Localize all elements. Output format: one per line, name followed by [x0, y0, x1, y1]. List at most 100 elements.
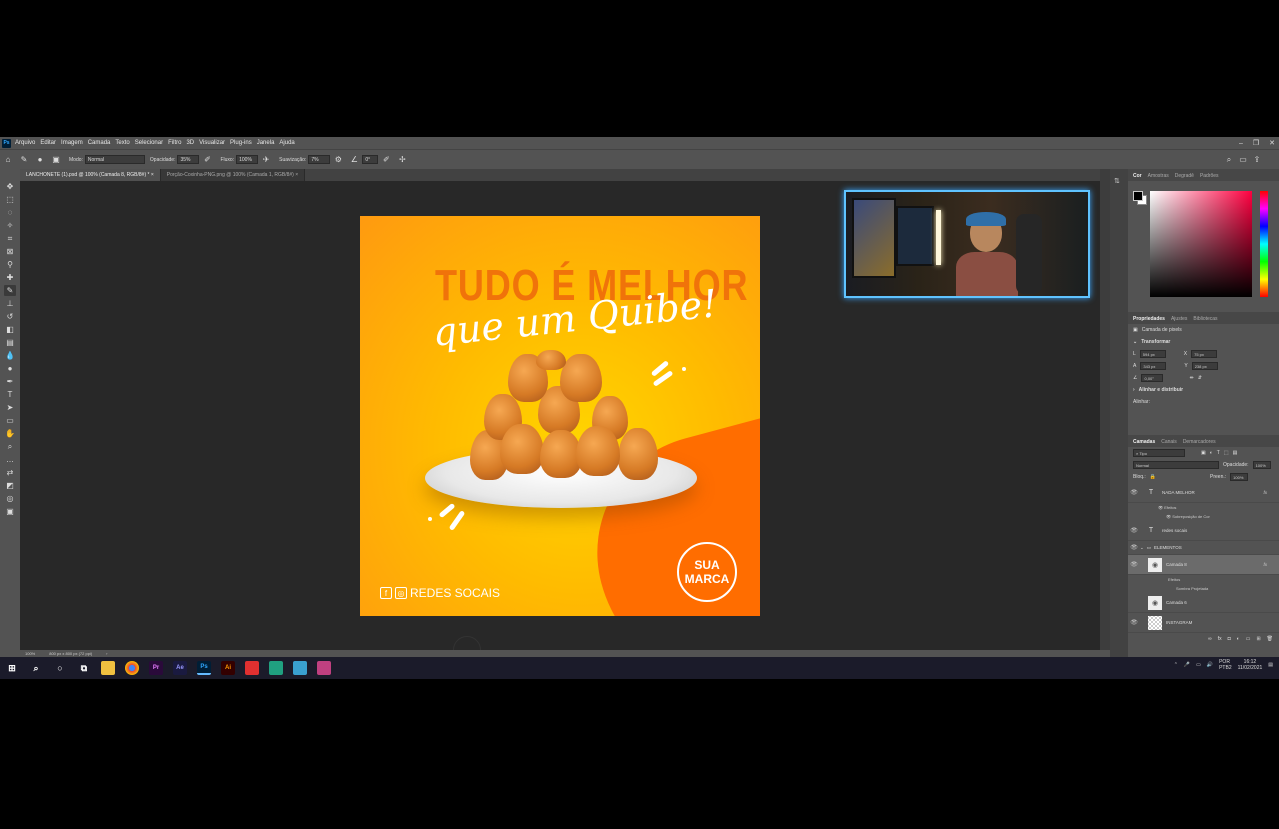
tab-bibliotecas[interactable]: Bibliotecas	[1193, 316, 1217, 324]
brush-preset-icon[interactable]: ●	[35, 155, 45, 165]
foreground-background-icon[interactable]: ◩	[4, 480, 16, 491]
search-icon[interactable]: ⌕	[29, 661, 43, 675]
tab-padroes[interactable]: Padrões	[1200, 173, 1219, 181]
record-app-icon[interactable]	[245, 661, 259, 675]
chevron-down-icon[interactable]: ⌄	[1140, 545, 1144, 551]
fx-icon[interactable]: fx	[1263, 562, 1267, 567]
lasso-tool-icon[interactable]: ◌	[4, 207, 16, 218]
layer-redes-socais[interactable]: 👁 T redes socais	[1128, 521, 1279, 541]
hue-slider[interactable]	[1260, 191, 1268, 297]
align-header[interactable]: › Alinhar e distribuir	[1128, 384, 1279, 396]
dodge-tool-icon[interactable]: ●	[4, 363, 16, 374]
eye-icon[interactable]: 👁	[1128, 619, 1140, 626]
healing-tool-icon[interactable]: ✚	[4, 272, 16, 283]
path-select-tool-icon[interactable]: ➤	[4, 402, 16, 413]
cortana-icon[interactable]: ○	[53, 661, 67, 675]
language-indicator[interactable]: POR PTB2	[1219, 659, 1232, 671]
filter-smart-icon[interactable]: ▤	[1233, 450, 1238, 456]
airbrush-icon[interactable]: ✈	[261, 155, 271, 165]
mask-icon[interactable]: ◘	[1228, 636, 1231, 642]
fx-icon[interactable]: fx	[1218, 636, 1222, 642]
layer-opacity-field[interactable]: 100%	[1252, 461, 1271, 469]
menu-filtro[interactable]: Filtro	[168, 140, 181, 146]
close-icon[interactable]: ✕	[1269, 139, 1275, 147]
marquee-tool-icon[interactable]: ⬚	[4, 194, 16, 205]
layer-filter-select[interactable]: ⌕ Tipo	[1133, 449, 1185, 457]
archive-app-icon[interactable]	[317, 661, 331, 675]
eye-icon[interactable]: 👁	[1128, 489, 1140, 496]
adjustment-icon[interactable]: ◐	[1237, 636, 1240, 642]
eyedropper-tool-icon[interactable]: ⚲	[4, 259, 16, 270]
windows-start-icon[interactable]: ⊞	[5, 661, 19, 675]
volume-icon[interactable]: 🔊	[1207, 662, 1213, 668]
brush-tool-icon[interactable]: ✎	[4, 285, 16, 296]
tray-chevron-icon[interactable]: ⌃	[1174, 662, 1178, 668]
stamp-tool-icon[interactable]: ⊥	[4, 298, 16, 309]
trash-icon[interactable]: 🗑	[1267, 636, 1273, 642]
network-icon[interactable]: ▭	[1196, 662, 1201, 668]
filter-adjust-icon[interactable]: ◐	[1210, 450, 1213, 456]
tab-demarcadores[interactable]: Demarcadores	[1183, 439, 1216, 447]
menu-selecionar[interactable]: Selecionar	[135, 140, 163, 146]
eye-icon[interactable]: 👁	[1128, 527, 1140, 534]
opacity-field[interactable]: 35%	[177, 155, 200, 164]
brush-settings-icon[interactable]: ▣	[51, 155, 61, 165]
eye-icon[interactable]: 👁	[1128, 544, 1140, 551]
blend-mode-select[interactable]: Normal	[1133, 461, 1219, 469]
microphone-icon[interactable]: 🎤	[1184, 662, 1190, 668]
menu-3d[interactable]: 3D	[186, 140, 194, 146]
gear-icon[interactable]: ⚙	[333, 155, 343, 165]
history-icon[interactable]: ⇅	[1114, 177, 1128, 185]
type-tool-icon[interactable]: T	[4, 389, 16, 400]
menu-imagem[interactable]: Imagem	[61, 140, 83, 146]
brush-tool-icon[interactable]: ✎	[19, 155, 29, 165]
home-icon[interactable]: ⌂	[3, 155, 13, 165]
mode-select[interactable]: Normal	[84, 155, 145, 164]
flow-field[interactable]: 100%	[236, 155, 259, 164]
chrome-icon[interactable]	[125, 661, 139, 675]
eye-icon[interactable]: 👁	[1128, 561, 1140, 568]
tab-ajustes[interactable]: Ajustes	[1171, 316, 1187, 324]
pressure-opacity-icon[interactable]: ✐	[202, 155, 212, 165]
fill-field[interactable]: 100%	[1230, 473, 1249, 481]
history-brush-icon[interactable]: ↺	[4, 311, 16, 322]
filter-shape-icon[interactable]: ⬚	[1224, 450, 1229, 456]
close-tab-icon[interactable]: ×	[151, 172, 154, 178]
blur-tool-icon[interactable]: 💧	[4, 350, 16, 361]
angle-field[interactable]: 0°	[362, 155, 379, 164]
menu-ajuda[interactable]: Ajuda	[279, 140, 294, 146]
tab-propriedades[interactable]: Propriedades	[1133, 316, 1165, 324]
layer-elementos[interactable]: 👁 ⌄ ▭ ELEMENTOS	[1128, 541, 1279, 555]
layer-nada-melhor[interactable]: 👁 T NADA MELHOR fx	[1128, 483, 1279, 503]
clock[interactable]: 16:12 11/02/2021	[1238, 659, 1263, 671]
symmetry-icon[interactable]: ✢	[397, 155, 407, 165]
eye-icon[interactable]: 👁	[1158, 505, 1163, 510]
minimize-icon[interactable]: –	[1239, 140, 1243, 147]
eye-icon[interactable]: 👁	[1166, 514, 1171, 519]
share-icon[interactable]: ⇪	[1252, 155, 1262, 165]
quick-select-tool-icon[interactable]: ✧	[4, 220, 16, 231]
lock-icon[interactable]: 🔒	[1150, 474, 1156, 480]
flip-horizontal-icon[interactable]: ⇹	[1189, 375, 1193, 381]
tab-porcao-coxinha[interactable]: Porção-Coxinha-PNG.png @ 100% (Camada 1,…	[160, 169, 306, 181]
gradient-tool-icon[interactable]: ▤	[4, 337, 16, 348]
menu-janela[interactable]: Janela	[257, 140, 275, 146]
y-field[interactable]: 238 px	[1191, 362, 1218, 370]
restore-icon[interactable]: ❐	[1253, 139, 1259, 147]
pen-tool-icon[interactable]: ✒	[4, 376, 16, 387]
fx-icon[interactable]: fx	[1263, 490, 1267, 495]
color-picker-field[interactable]	[1150, 191, 1252, 297]
width-field[interactable]: 594 px	[1139, 350, 1166, 358]
height-field[interactable]: 343 px	[1140, 362, 1167, 370]
close-tab-icon[interactable]: ×	[295, 172, 298, 178]
menu-visualizar[interactable]: Visualizar	[199, 140, 225, 146]
menu-arquivo[interactable]: Arquivo	[15, 140, 35, 146]
shape-tool-icon[interactable]: ▭	[4, 415, 16, 426]
file-explorer-icon[interactable]	[101, 661, 115, 675]
messenger-app-icon[interactable]	[269, 661, 283, 675]
new-layer-icon[interactable]: ⊞	[1256, 636, 1260, 642]
workspace-icon[interactable]: ▭	[1238, 155, 1248, 165]
transform-header[interactable]: ⌄ Transformar	[1128, 336, 1279, 348]
more-tools-icon[interactable]: …	[4, 454, 16, 465]
move-tool-icon[interactable]: ✥	[4, 181, 16, 192]
